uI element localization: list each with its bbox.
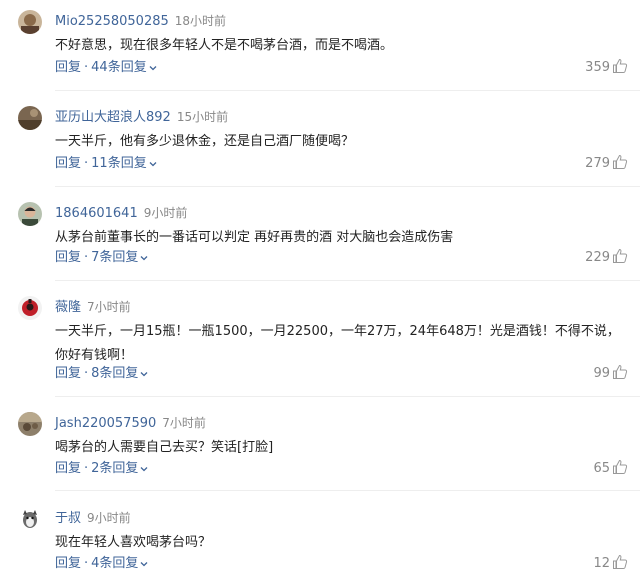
timestamp: 9小时前 (87, 511, 131, 525)
comment-header: Mio25258050285 18小时前 (55, 11, 226, 31)
view-replies-button[interactable]: 2条回复 (91, 461, 138, 476)
like-count: 99 (593, 366, 610, 381)
chevron-down-icon[interactable] (149, 160, 157, 168)
timestamp: 18小时前 (174, 14, 227, 28)
like-button[interactable]: 359 (585, 58, 628, 78)
username[interactable]: 薇隆 (55, 300, 81, 315)
like-count: 12 (593, 556, 610, 571)
like-count: 279 (585, 156, 610, 171)
avatar[interactable] (18, 106, 42, 130)
comment-actions: 回复 · 7条回复 (55, 248, 148, 268)
thumbs-up-icon (613, 154, 628, 169)
view-replies-button[interactable]: 7条回复 (91, 250, 138, 265)
comment-header: 1864601641 9小时前 (55, 203, 187, 223)
like-button[interactable]: 99 (593, 364, 628, 384)
like-count: 65 (593, 461, 610, 476)
chevron-down-icon[interactable] (140, 560, 148, 568)
username[interactable]: 于叔 (55, 511, 81, 526)
separator-dot: · (84, 461, 89, 476)
comment-header: Jash220057590 7小时前 (55, 413, 206, 433)
username[interactable]: Mio25258050285 (55, 14, 169, 29)
comment-header: 薇隆 7小时前 (55, 297, 131, 317)
reply-button[interactable]: 回复 (55, 461, 81, 476)
user-avatar-icon (18, 412, 42, 436)
comment-header: 于叔 9小时前 (55, 508, 131, 528)
chevron-down-icon[interactable] (140, 370, 148, 378)
like-count: 359 (585, 60, 610, 75)
comment-text: 喝茅台的人需要自己去买？笑话[打脸] (55, 440, 274, 455)
view-replies-button[interactable]: 44条回复 (91, 60, 147, 75)
comment-text: 不好意思，现在很多年轻人不是不喝茅台酒，而是不喝酒。 (55, 38, 394, 53)
view-replies-button[interactable]: 4条回复 (91, 556, 138, 571)
separator-dot: · (84, 366, 89, 381)
username[interactable]: 1864601641 (55, 206, 138, 221)
view-replies-button[interactable]: 8条回复 (91, 366, 138, 381)
comment-header: 亚历山大超浪人892 15小时前 (55, 107, 228, 127)
comment-actions: 回复 · 44条回复 (55, 58, 157, 78)
separator-dot: · (84, 156, 89, 171)
separator-dot: · (84, 60, 89, 75)
reply-button[interactable]: 回复 (55, 250, 81, 265)
avatar[interactable] (18, 507, 42, 531)
thumbs-up-icon (613, 554, 628, 569)
chevron-down-icon[interactable] (140, 465, 148, 473)
user-avatar-icon (18, 296, 42, 320)
user-avatar-icon (18, 507, 42, 531)
comment-actions: 回复 · 8条回复 (55, 364, 148, 384)
like-count: 229 (585, 250, 610, 265)
like-button[interactable]: 12 (593, 554, 628, 574)
timestamp: 15小时前 (176, 110, 229, 124)
view-replies-button[interactable]: 11条回复 (91, 156, 147, 171)
like-button[interactable]: 65 (593, 459, 628, 479)
like-button[interactable]: 229 (585, 248, 628, 268)
divider (55, 396, 640, 397)
comment-text: 从茅台前董事长的一番话可以判定 再好再贵的酒 对大脑也会造成伤害 (55, 230, 454, 245)
timestamp: 7小时前 (162, 416, 206, 430)
avatar[interactable] (18, 10, 42, 34)
like-button[interactable]: 279 (585, 154, 628, 174)
reply-button[interactable]: 回复 (55, 156, 81, 171)
divider (55, 186, 640, 187)
reply-button[interactable]: 回复 (55, 366, 81, 381)
avatar[interactable] (18, 202, 42, 226)
separator-dot: · (84, 250, 89, 265)
user-avatar-icon (18, 10, 42, 34)
comment-text: 一天半斤，他有多少退休金，还是自己酒厂随便喝？ (55, 134, 355, 149)
chevron-down-icon[interactable] (140, 254, 148, 262)
avatar[interactable] (18, 412, 42, 436)
chevron-down-icon[interactable] (149, 64, 157, 72)
comment-actions: 回复 · 2条回复 (55, 459, 148, 479)
user-avatar-icon (18, 202, 42, 226)
comment-actions: 回复 · 11条回复 (55, 154, 157, 174)
username[interactable]: 亚历山大超浪人892 (55, 110, 171, 125)
separator-dot: · (84, 556, 89, 571)
timestamp: 9小时前 (143, 206, 188, 220)
comment-text: 一天半斤，一月15瓶！一瓶1500，一月22500，一年27万，24年648万！… (55, 324, 620, 363)
divider (55, 90, 640, 91)
username[interactable]: Jash220057590 (55, 416, 156, 431)
reply-button[interactable]: 回复 (55, 556, 81, 571)
thumbs-up-icon (613, 58, 628, 73)
avatar[interactable] (18, 296, 42, 320)
thumbs-up-icon (613, 364, 628, 379)
divider (55, 280, 640, 281)
thumbs-up-icon (613, 248, 628, 263)
comment-text: 现在年轻人喜欢喝茅台吗？ (55, 535, 212, 550)
thumbs-up-icon (613, 459, 628, 474)
reply-button[interactable]: 回复 (55, 60, 81, 75)
user-avatar-icon (18, 106, 42, 130)
divider (55, 490, 640, 491)
comment-actions: 回复 · 4条回复 (55, 554, 148, 574)
timestamp: 7小时前 (87, 300, 131, 314)
